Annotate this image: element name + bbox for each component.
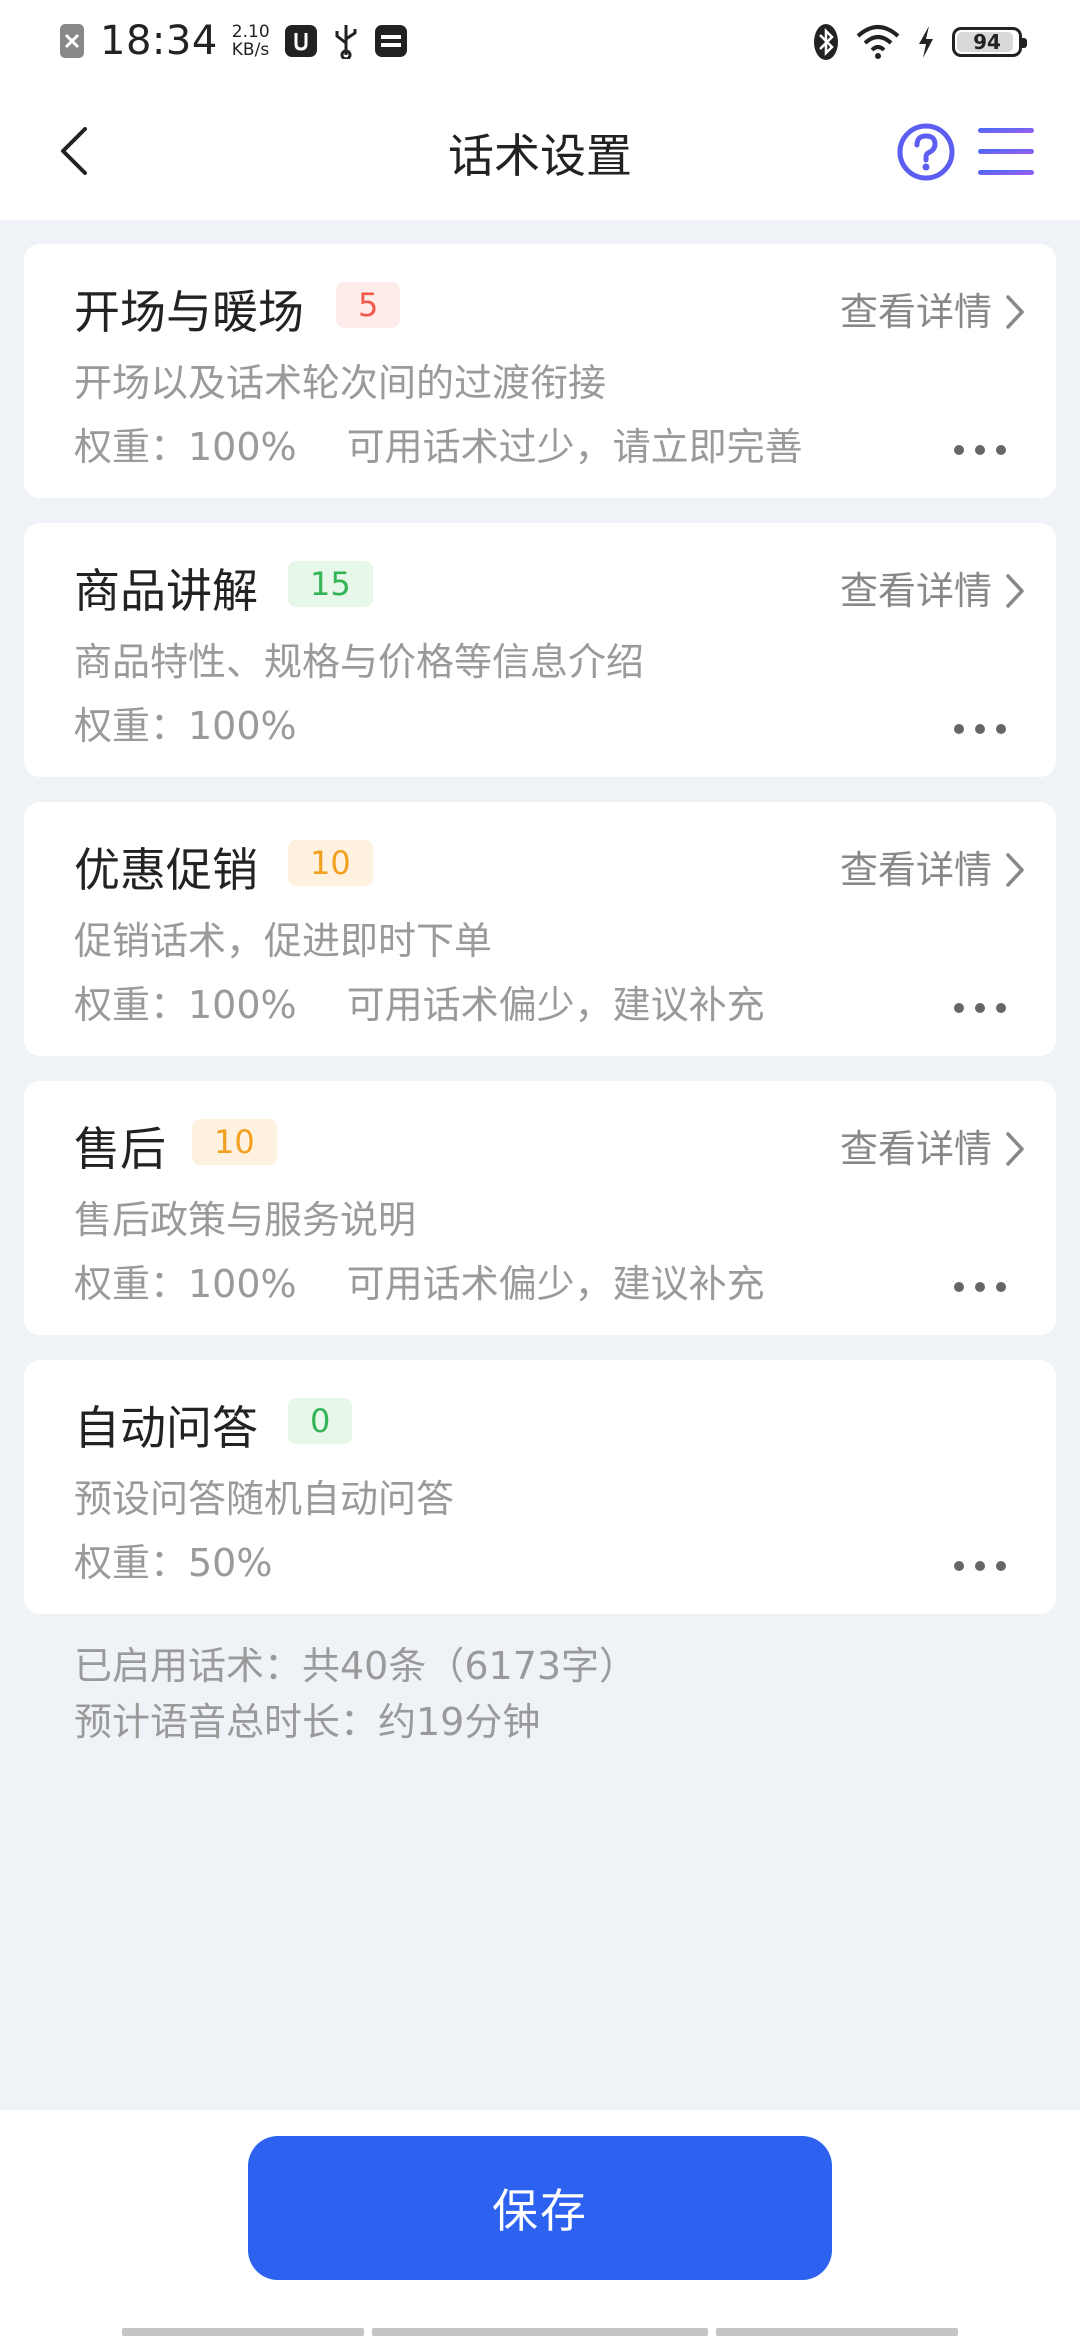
view-details-link[interactable]: 查看详情 — [840, 284, 1026, 340]
charging-icon — [919, 26, 933, 58]
status-right: 94 — [812, 22, 1027, 62]
usb-debug-icon — [284, 25, 317, 57]
network-speed: 2.10 KB/s — [232, 23, 270, 59]
wifi-icon — [856, 25, 900, 59]
card-meta: 权重：100% — [74, 699, 297, 753]
view-details-label: 查看详情 — [839, 1127, 992, 1171]
weight-text: 权重：100% — [74, 983, 297, 1027]
weight-text: 权重：100% — [74, 425, 297, 469]
count-badge: 15 — [288, 561, 373, 607]
network-speed-value: 2.10 — [231, 22, 270, 42]
card-description: 预设问答随机自动问答 — [74, 1477, 455, 1521]
card-title: 售后 — [74, 1122, 166, 1176]
header: 话术设置 — [0, 86, 1080, 220]
home-indicator-right — [716, 2328, 958, 2336]
chevron-right-icon — [1006, 574, 1024, 608]
bluetooth-icon — [814, 24, 838, 60]
card-meta: 权重：100% 可用话术过少，请立即完善 — [74, 420, 803, 474]
sd-card-icon — [374, 25, 407, 57]
bottom-bar: 保存 — [0, 2110, 1080, 2340]
more-options-icon[interactable] — [954, 1277, 1006, 1297]
chevron-right-icon — [1006, 1132, 1024, 1166]
count-badge: 0 — [288, 1398, 353, 1444]
category-card-after-sales[interactable]: 售后 10 查看详情 售后政策与服务说明 权重：100% 可用话术偏少，建议补充 — [24, 1081, 1056, 1335]
help-icon[interactable] — [896, 122, 956, 182]
close-notification-icon — [60, 24, 84, 58]
card-description: 商品特性、规格与价格等信息介绍 — [74, 640, 645, 684]
save-button[interactable]: 保存 — [248, 2136, 832, 2280]
enabled-scripts-summary: 已启用话术：共40条（6173字） — [74, 1644, 638, 1688]
chevron-right-icon — [1006, 853, 1024, 887]
card-title: 开场与暖场 — [74, 285, 304, 339]
battery-level: 94 — [973, 30, 1001, 54]
menu-icon[interactable] — [974, 122, 1038, 182]
count-badge: 10 — [288, 840, 373, 886]
status-time: 18:34 — [100, 18, 218, 64]
category-card-auto-qa[interactable]: 自动问答 0 预设问答随机自动问答 权重：50% — [24, 1360, 1056, 1614]
more-options-icon[interactable] — [954, 1556, 1006, 1576]
weight-text: 权重：100% — [74, 1262, 297, 1306]
script-category-list: 开场与暖场 5 查看详情 开场以及话术轮次间的过渡衔接 权重：100% 可用话术… — [24, 244, 1056, 1639]
more-options-icon[interactable] — [954, 719, 1006, 739]
card-description: 售后政策与服务说明 — [74, 1198, 417, 1242]
chevron-right-icon — [1006, 295, 1024, 329]
view-details-label: 查看详情 — [839, 848, 992, 892]
card-description: 开场以及话术轮次间的过渡衔接 — [74, 361, 607, 405]
view-details-link[interactable]: 查看详情 — [840, 842, 1026, 898]
view-details-link[interactable]: 查看详情 — [840, 1121, 1026, 1177]
warning-text: 可用话术过少，请立即完善 — [346, 425, 803, 469]
view-details-label: 查看详情 — [839, 569, 992, 613]
home-indicator-left — [122, 2328, 364, 2336]
view-details-label: 查看详情 — [839, 290, 992, 334]
warning-text: 可用话术偏少，建议补充 — [346, 983, 765, 1027]
count-badge: 10 — [192, 1119, 277, 1165]
category-card-promotion[interactable]: 优惠促销 10 查看详情 促销话术，促进即时下单 权重：100% 可用话术偏少，… — [24, 802, 1056, 1056]
card-description: 促销话术，促进即时下单 — [74, 919, 493, 963]
more-options-icon[interactable] — [954, 440, 1006, 460]
card-title: 自动问答 — [74, 1401, 258, 1455]
network-speed-unit: KB/s — [231, 40, 270, 60]
estimated-duration: 预计语音总时长：约19分钟 — [74, 1700, 541, 1744]
script-summary: 已启用话术：共40条（6173字） 预计语音总时长：约19分钟 — [74, 1638, 637, 1750]
more-options-icon[interactable] — [954, 998, 1006, 1018]
view-details-link[interactable]: 查看详情 — [840, 563, 1026, 619]
home-indicator-center — [372, 2328, 708, 2336]
card-title: 优惠促销 — [74, 843, 258, 897]
category-card-opening[interactable]: 开场与暖场 5 查看详情 开场以及话术轮次间的过渡衔接 权重：100% 可用话术… — [24, 244, 1056, 498]
card-title: 商品讲解 — [74, 564, 258, 618]
weight-text: 权重：100% — [74, 704, 297, 748]
category-card-product[interactable]: 商品讲解 15 查看详情 商品特性、规格与价格等信息介绍 权重：100% — [24, 523, 1056, 777]
status-bar: 18:34 2.10 KB/s 94 — [0, 0, 1080, 86]
card-meta: 权重：100% 可用话术偏少，建议补充 — [74, 1257, 765, 1311]
card-meta: 权重：100% 可用话术偏少，建议补充 — [74, 978, 765, 1032]
card-meta: 权重：50% — [74, 1536, 272, 1590]
weight-text: 权重：50% — [74, 1541, 273, 1585]
warning-text: 可用话术偏少，建议补充 — [346, 1262, 765, 1306]
count-badge: 5 — [336, 282, 401, 328]
status-left: 18:34 2.10 KB/s — [58, 18, 408, 64]
battery-icon: 94 — [952, 27, 1027, 57]
usb-icon — [335, 25, 357, 59]
